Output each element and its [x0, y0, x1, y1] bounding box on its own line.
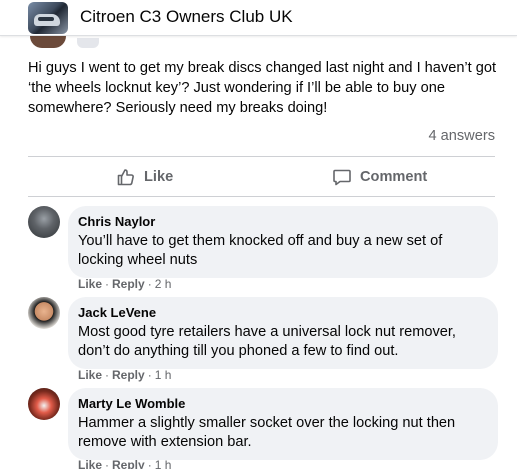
avatar[interactable]	[28, 206, 60, 238]
comment-author[interactable]: Marty Le Womble	[78, 396, 486, 412]
comment-like-link[interactable]: Like	[78, 458, 102, 469]
separator: ·	[105, 368, 110, 382]
thumbs-up-icon	[117, 169, 134, 186]
comment-timestamp[interactable]: 1 h	[155, 458, 172, 469]
divider	[28, 196, 495, 197]
comment-like-link[interactable]: Like	[78, 368, 102, 382]
separator: ·	[105, 277, 110, 291]
like-label: Like	[144, 169, 174, 185]
comment-bubble-icon	[333, 169, 351, 186]
group-title[interactable]: Citroen C3 Owners Club UK	[80, 7, 293, 27]
separator: ·	[147, 277, 152, 291]
comment-author[interactable]: Jack LeVene	[78, 305, 486, 321]
comment-reply-link[interactable]: Reply	[112, 277, 145, 291]
comment-meta: Like · Reply · 1 h	[78, 368, 171, 382]
comment-meta: Like · Reply · 2 h	[78, 277, 171, 291]
comment-timestamp[interactable]: 2 h	[155, 277, 172, 291]
previous-avatar	[30, 36, 66, 48]
comment-text: You’ll have to get them knocked off and …	[78, 233, 443, 268]
divider	[28, 156, 495, 157]
comment-like-link[interactable]: Like	[78, 277, 102, 291]
comment-bubble: Jack LeVene Most good tyre retailers hav…	[68, 297, 498, 369]
car-image	[34, 14, 60, 26]
comment-meta: Like · Reply · 1 h	[78, 458, 171, 469]
comment-bubble: Chris Naylor You’ll have to get them kno…	[68, 206, 498, 278]
comment-label: Comment	[360, 169, 428, 185]
separator: ·	[105, 458, 110, 469]
like-button[interactable]: Like	[116, 166, 173, 188]
comment-bubble: Marty Le Womble Hammer a slightly smalle…	[68, 388, 498, 460]
comment-reply-link[interactable]: Reply	[112, 458, 145, 469]
comment-text: Hammer a slightly smaller socket over th…	[78, 415, 456, 450]
group-cover-icon[interactable]	[28, 2, 68, 34]
separator: ·	[147, 458, 152, 469]
comment-text: Most good tyre retailers have a universa…	[78, 324, 456, 359]
top-bar: Citroen C3 Owners Club UK	[0, 0, 517, 36]
answers-count-link[interactable]: 4 answers	[428, 128, 495, 144]
comment-button[interactable]: Comment	[332, 166, 427, 188]
comment-timestamp[interactable]: 1 h	[155, 368, 172, 382]
separator: ·	[147, 368, 152, 382]
comment-author[interactable]: Chris Naylor	[78, 214, 486, 230]
previous-badge	[77, 38, 99, 48]
avatar[interactable]	[28, 297, 60, 329]
comment-reply-link[interactable]: Reply	[112, 368, 145, 382]
post-body: Hi guys I went to get my break discs cha…	[28, 60, 497, 116]
avatar[interactable]	[28, 388, 60, 420]
